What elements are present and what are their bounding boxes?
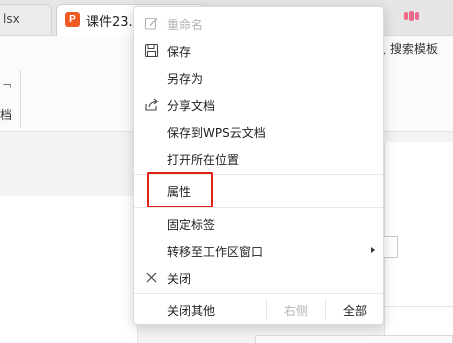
panel-input-box[interactable] <box>384 236 398 258</box>
menu-item-rename[interactable]: 重命名 <box>134 10 383 37</box>
menu-item-close-label: 关闭 <box>167 272 192 286</box>
tab-xlsx-label: lsx <box>3 12 20 26</box>
share-icon <box>144 97 159 112</box>
menu-item-close[interactable]: 关闭 <box>134 264 383 291</box>
menu-item-share-label: 分享文档 <box>167 99 216 113</box>
document-page[interactable] <box>0 196 138 343</box>
save-icon <box>144 43 159 58</box>
toolbar-divider <box>20 70 21 128</box>
menu-item-move-to-workspace-label: 转移至工作区窗口 <box>167 245 264 259</box>
close-icon <box>144 270 159 285</box>
menu-item-save-as[interactable]: 另存为 <box>134 64 383 91</box>
menu-item-share[interactable]: 分享文档 <box>134 91 383 118</box>
menu-separator <box>134 207 383 208</box>
menu-item-move-to-workspace[interactable]: 转移至工作区窗口 <box>134 237 383 264</box>
close-right-button[interactable]: 右侧 <box>284 302 308 319</box>
menu-item-save-label: 保存 <box>167 45 192 59</box>
split-divider <box>325 298 326 320</box>
panel-divider <box>384 306 453 307</box>
tab-xlsx[interactable]: lsx <box>0 4 52 35</box>
properties-highlight-box <box>147 172 213 208</box>
toolbar-left-label: 档 <box>0 108 13 122</box>
close-all-button[interactable]: 全部 <box>343 302 367 319</box>
tab-context-menu: 重命名 保存 另存为 分享文档 保存到WPS云文档 打开所在位置 属性 固定标签… <box>133 6 384 325</box>
app-window: lsx P 课件23.p 搜索模板 ¬ 档 重命名 保存 另存为 分享文档 保存… <box>0 0 453 343</box>
close-others-row: 关闭其他 右侧 全部 <box>134 294 383 324</box>
menu-item-pin-tab[interactable]: 固定标签 <box>134 210 383 237</box>
menu-item-pin-tab-label: 固定标签 <box>167 218 216 232</box>
menu-item-rename-label: 重命名 <box>167 18 204 32</box>
menu-item-open-location-label: 打开所在位置 <box>167 153 240 167</box>
bottom-field[interactable] <box>255 335 453 343</box>
menu-item-save[interactable]: 保存 <box>134 37 383 64</box>
user-avatar-icon[interactable] <box>404 11 419 22</box>
menu-item-save-to-cloud-label: 保存到WPS云文档 <box>167 126 266 140</box>
edit-icon <box>144 16 159 31</box>
split-divider <box>266 298 267 320</box>
presentation-file-icon: P <box>65 12 80 27</box>
submenu-arrow-icon <box>371 247 375 253</box>
menu-item-open-location[interactable]: 打开所在位置 <box>134 145 383 172</box>
menu-item-close-others[interactable]: 关闭其他 <box>167 302 215 319</box>
toolbar-left-mark: ¬ <box>2 78 13 92</box>
menu-item-save-as-label: 另存为 <box>167 72 204 86</box>
search-template-label: 搜索模板 <box>390 42 439 56</box>
menu-item-save-to-cloud[interactable]: 保存到WPS云文档 <box>134 118 383 145</box>
